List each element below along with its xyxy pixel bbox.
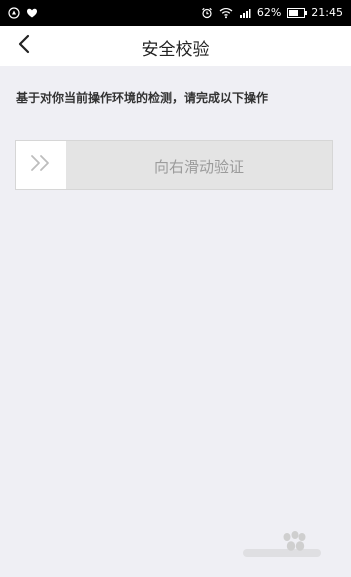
slider-label: 向右滑动验证 — [153, 158, 244, 176]
status-bar-right: 62% 21:45 — [201, 6, 343, 19]
heart-icon — [26, 7, 38, 22]
battery-percent: 62% — [256, 6, 282, 19]
status-bar: 62% 21:45 — [0, 0, 351, 26]
battery-icon — [287, 7, 308, 18]
status-bar-left — [8, 7, 38, 22]
wifi-icon — [219, 7, 233, 19]
cellular-data-icon — [8, 7, 20, 22]
instruction-text: 基于对你当前操作环境的检测，请完成以下操作 — [16, 91, 269, 105]
battery-fill — [289, 9, 298, 16]
slide-verify-slider[interactable]: 向右滑动验证 — [15, 140, 333, 190]
clock: 21:45 — [311, 6, 343, 19]
signal-icon — [239, 7, 251, 19]
header: 安全校验 — [0, 26, 351, 66]
page-title: 安全校验 — [141, 40, 210, 60]
alarm-icon — [201, 7, 213, 19]
watermark — [239, 525, 329, 561]
slider-handle[interactable] — [16, 141, 66, 189]
double-chevron-right-icon — [29, 154, 53, 176]
